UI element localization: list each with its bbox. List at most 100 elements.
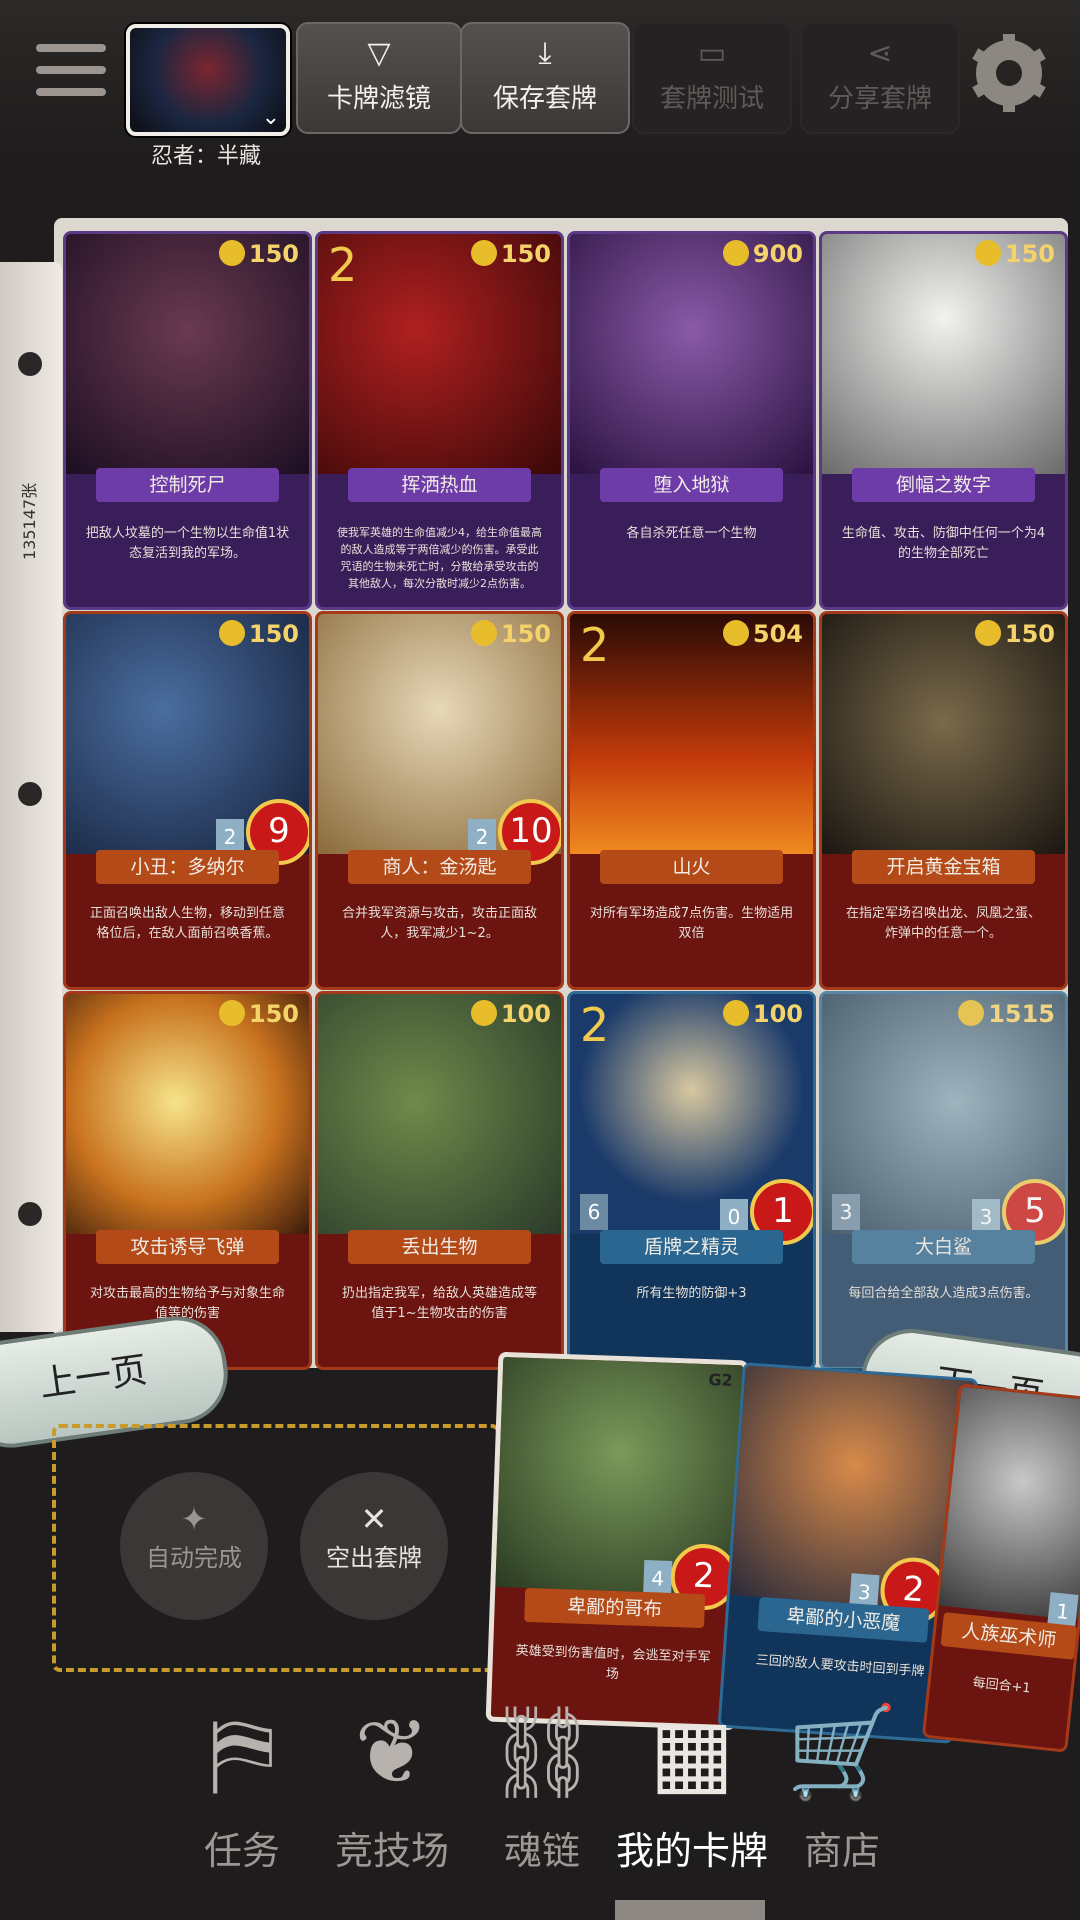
card-shield: 3 <box>832 1194 860 1230</box>
coin-icon <box>470 1000 497 1026</box>
card-cost: 900 <box>722 240 803 268</box>
card[interactable]: 900 堕入地狱 各自杀死任意一个生物 <box>567 231 816 610</box>
coin-icon <box>218 620 245 646</box>
card[interactable]: 2 100 6 0 1 盾牌之精灵 所有生物的防御+3 <box>567 991 816 1370</box>
card-name: 倒幅之数字 <box>852 468 1035 502</box>
binder-hole <box>18 782 42 806</box>
card-cost: 100 <box>722 1000 803 1028</box>
card[interactable]: 150 开启黄金宝箱 在指定军场召唤出龙、凤凰之蛋、炸弹中的任意一个。 <box>819 611 1068 990</box>
card-description: 每回合给全部敌人造成3点伤害。 <box>848 1286 1039 1301</box>
card-name: 商人：金汤匙 <box>348 850 531 884</box>
card[interactable]: 150 2 9 小丑：多纳尔 正面召唤出敌人生物，移动到任意格位后，在敌人面前召… <box>63 611 312 990</box>
card-name: 丢出生物 <box>348 1230 531 1264</box>
card-description: 生命值、攻击、防御中任何一个为4的生物全部死亡 <box>841 526 1046 561</box>
card-description: 把敌人坟墓的一个生物以生命值1状态复活到我的军场。 <box>85 526 290 561</box>
coin-icon <box>722 240 749 266</box>
download-icon: ⤓ <box>538 36 552 71</box>
share-icon: ⋖ <box>867 36 893 71</box>
dragon-icon: ❦ <box>354 1700 430 1805</box>
card-name: 小丑：多纳尔 <box>96 850 279 884</box>
close-icon: ✕ <box>360 1500 388 1538</box>
card-cost: 150 <box>218 240 299 268</box>
card-description: 在指定军场召唤出龙、凤凰之蛋、炸弹中的任意一个。 <box>845 906 1041 941</box>
card-art <box>66 994 309 1234</box>
card-description: 每回合+1 <box>971 1675 1032 1697</box>
card[interactable]: 150 控制死尸 把敌人坟墓的一个生物以生命值1状态复活到我的军场。 <box>63 231 312 610</box>
scroll-icon: ⛿ <box>209 1700 275 1805</box>
card[interactable]: 2 150 挥洒热血 使我军英雄的生命值减少4，给生命值最高的敌人造成等于两倍减… <box>315 231 564 610</box>
card-description: 使我军英雄的生命值减少4，给生命值最高的敌人造成等于两倍减少的伤害。承受此咒语的… <box>337 526 542 590</box>
collection-count: 135147张 <box>20 482 39 560</box>
card[interactable]: 2 504 山火 对所有军场造成7点伤害。生物适用双倍 <box>567 611 816 990</box>
card-filter-button[interactable]: ▽ 卡牌滤镜 <box>296 22 462 134</box>
menu-icon[interactable] <box>36 44 106 102</box>
card-name: 开启黄金宝箱 <box>852 850 1035 884</box>
card-name: 大白鲨 <box>852 1230 1035 1264</box>
gear-icon[interactable] <box>972 34 1046 112</box>
card-art <box>318 994 561 1234</box>
card[interactable]: 150 攻击诱导飞弹 对攻击最高的生物给予与对象生命值等的伤害 <box>63 991 312 1370</box>
card-description: 三回的敌人要攻击时回到手牌 <box>755 1652 925 1680</box>
card-name: 堕入地狱 <box>600 468 783 502</box>
card-description: 对所有军场造成7点伤害。生物适用双倍 <box>589 906 794 941</box>
card-level: 2 <box>580 998 610 1052</box>
chain-icon: ⛓ <box>484 1700 600 1805</box>
coin-icon <box>958 1000 985 1026</box>
card-name: 挥洒热血 <box>348 468 531 502</box>
card-cost: 150 <box>218 1000 299 1028</box>
nav-shop[interactable]: 🛒 商店 <box>762 1700 922 1875</box>
card-name: 攻击诱导飞弹 <box>96 1230 279 1264</box>
magic-wand-icon: ✦ <box>180 1500 208 1538</box>
card-description: 合并我军资源与攻击，攻击正面敌人，我军减少1~2。 <box>341 906 537 941</box>
nav-arena[interactable]: ❦ 竞技场 <box>312 1700 472 1875</box>
hero-name: 忍者：半藏 <box>150 144 261 169</box>
cart-icon: 🛒 <box>785 1700 899 1805</box>
card-art <box>822 234 1065 474</box>
binder-icon: ▦ <box>649 1700 735 1805</box>
save-deck-button[interactable]: ⤓ 保存套牌 <box>460 22 630 134</box>
active-tab-indicator <box>615 1900 765 1920</box>
card-description: 英雄受到伤害值时，会逃至对手军场 <box>515 1643 711 1683</box>
coin-icon <box>974 240 1001 266</box>
coin-icon <box>470 620 497 646</box>
coin-icon <box>218 1000 245 1026</box>
binder-hole <box>18 352 42 376</box>
card[interactable]: 100 丢出生物 扔出指定我军，给敌人英雄造成等值于1~生物攻击的伤害 <box>315 991 564 1370</box>
coin-icon <box>722 620 749 646</box>
card-description: 所有生物的防御+3 <box>636 1286 747 1301</box>
card-cost: 504 <box>722 620 803 648</box>
card-cost: 150 <box>974 240 1055 268</box>
clear-deck-button[interactable]: ✕ 空出套牌 <box>300 1472 448 1620</box>
nav-missions[interactable]: ⛿ 任务 <box>162 1700 322 1875</box>
card-description: 各自杀死任意一个生物 <box>626 526 757 541</box>
card[interactable]: 1515 3 3 5 大白鲨 每回合给全部敌人造成3点伤害。 <box>819 991 1068 1370</box>
share-deck-button[interactable]: ⋖ 分享套牌 <box>800 22 960 134</box>
card[interactable]: 150 2 10 商人：金汤匙 合并我军资源与攻击，攻击正面敌人，我军减少1~2… <box>315 611 564 990</box>
card-art <box>570 234 813 474</box>
card-name: 控制死尸 <box>96 468 279 502</box>
hand-card[interactable]: G2 4 2 卑鄙的哥布 英雄受到伤害值时，会逃至对手军场 <box>485 1351 749 1731</box>
card-shield: 6 <box>580 1194 608 1230</box>
chevron-down-icon: ⌄ <box>261 105 280 130</box>
card-cost: 150 <box>470 620 551 648</box>
card-description: 扔出指定我军，给敌人英雄造成等值于1~生物攻击的伤害 <box>341 1286 537 1321</box>
binder-spine <box>0 262 62 1332</box>
card-cost: 150 <box>470 240 551 268</box>
card-tag: G2 <box>708 1370 734 1390</box>
card-cost: 1515 <box>958 1000 1055 1028</box>
hero-portrait[interactable]: ⌄ <box>126 24 290 136</box>
card[interactable]: 150 倒幅之数字 生命值、攻击、防御中任何一个为4的生物全部死亡 <box>819 231 1068 610</box>
cards-icon: ▭ <box>697 36 727 71</box>
auto-complete-button[interactable]: ✦ 自动完成 <box>120 1472 268 1620</box>
nav-my-cards[interactable]: ▦ 我的卡牌 <box>612 1700 772 1875</box>
card-description: 正面召唤出敌人生物，移动到任意格位后，在敌人面前召唤香蕉。 <box>89 906 285 941</box>
card-cost: 150 <box>974 620 1055 648</box>
filter-icon: ▽ <box>367 36 391 71</box>
nav-soul-chain[interactable]: ⛓ 魂链 <box>462 1700 622 1875</box>
card-art <box>822 614 1065 854</box>
coin-icon <box>974 620 1001 646</box>
card-name: 盾牌之精灵 <box>600 1230 783 1264</box>
card-level: 2 <box>580 618 610 672</box>
deck-test-button[interactable]: ▭ 套牌测试 <box>632 22 792 134</box>
card-cost: 150 <box>218 620 299 648</box>
